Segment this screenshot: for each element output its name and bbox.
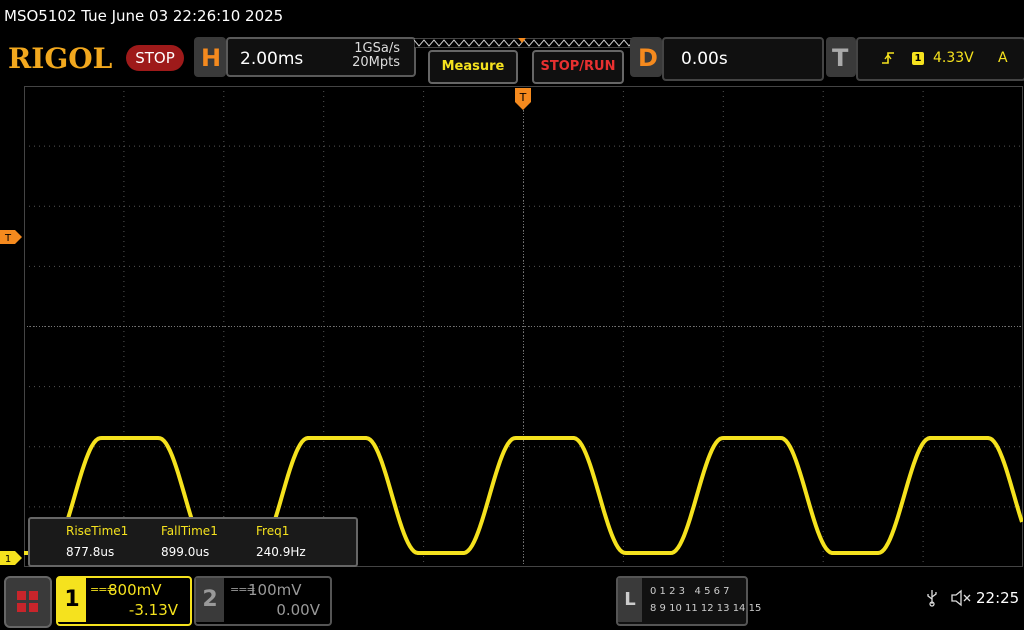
rigol-logo: RIGOL: [8, 42, 113, 75]
channel2-scale: 100mV: [248, 581, 302, 599]
measurement-label-fall: FallTime1: [161, 524, 218, 538]
timebase-value: 2.00ms: [240, 49, 304, 69]
measurement-value-freq: 240.9Hz: [256, 545, 306, 559]
title-bar: MSO5102 Tue June 03 22:26:10 2025: [0, 0, 1024, 34]
system-clock: 22:25: [976, 589, 1020, 607]
measurement-label-freq: Freq1: [256, 524, 290, 538]
channel1-ground-marker[interactable]: 1: [0, 551, 22, 565]
channel1-scale: 800mV: [108, 581, 162, 599]
window-title: MSO5102 Tue June 03 22:26:10 2025: [4, 7, 284, 25]
trigger-letter: T: [832, 44, 849, 72]
channel2-number: 2: [196, 578, 224, 622]
trigger-source-badge: 1: [912, 52, 924, 65]
stop-run-button[interactable]: STOP/RUN: [532, 50, 624, 84]
memory-position-strip[interactable]: [414, 38, 634, 48]
memory-depth: 20Mpts: [352, 55, 400, 70]
trigger-mode: A: [998, 50, 1008, 66]
delay-value: 0.00s: [681, 49, 728, 69]
rising-edge-icon: [882, 52, 894, 64]
logic-channels-row2: 8 9 10 11 12 13 14 15: [650, 603, 762, 614]
trigger-level-marker-label: T: [4, 233, 12, 244]
trigger-position-marker-label: T: [519, 91, 527, 104]
channel1-ground-marker-label: 1: [5, 554, 11, 565]
horizontal-letter: H: [201, 44, 222, 72]
logic-channels-row1: 0 1 2 3 4 5 6 7: [650, 586, 730, 597]
trigger-position-marker[interactable]: T: [515, 88, 531, 110]
sample-rate: 1GSa/s: [354, 41, 400, 56]
acquisition-info: 1GSa/s 20Mpts: [330, 42, 400, 70]
trigger-level-value: 4.33V: [933, 50, 974, 66]
speaker-muted-icon[interactable]: [950, 589, 972, 607]
measurement-value-fall: 899.0us: [161, 545, 210, 559]
channel1-number: 1: [58, 578, 86, 622]
usb-icon[interactable]: [924, 589, 940, 607]
logic-analyzer-letter: L: [618, 578, 642, 622]
run-status-badge[interactable]: STOP: [126, 45, 184, 71]
trigger-level-marker[interactable]: T: [0, 230, 22, 244]
channel2-offset: 0.00V: [276, 601, 320, 619]
channel1-offset: -3.13V: [128, 601, 178, 619]
measure-button[interactable]: Measure: [428, 50, 518, 84]
grid-menu-icon: [17, 591, 38, 612]
graticule: [24, 86, 1023, 567]
measurement-label-rise: RiseTime1: [66, 524, 129, 538]
main-menu-button[interactable]: [4, 576, 52, 628]
measurement-value-rise: 877.8us: [66, 545, 115, 559]
waveform-display[interactable]: [24, 86, 1023, 567]
delay-letter: D: [638, 44, 658, 72]
